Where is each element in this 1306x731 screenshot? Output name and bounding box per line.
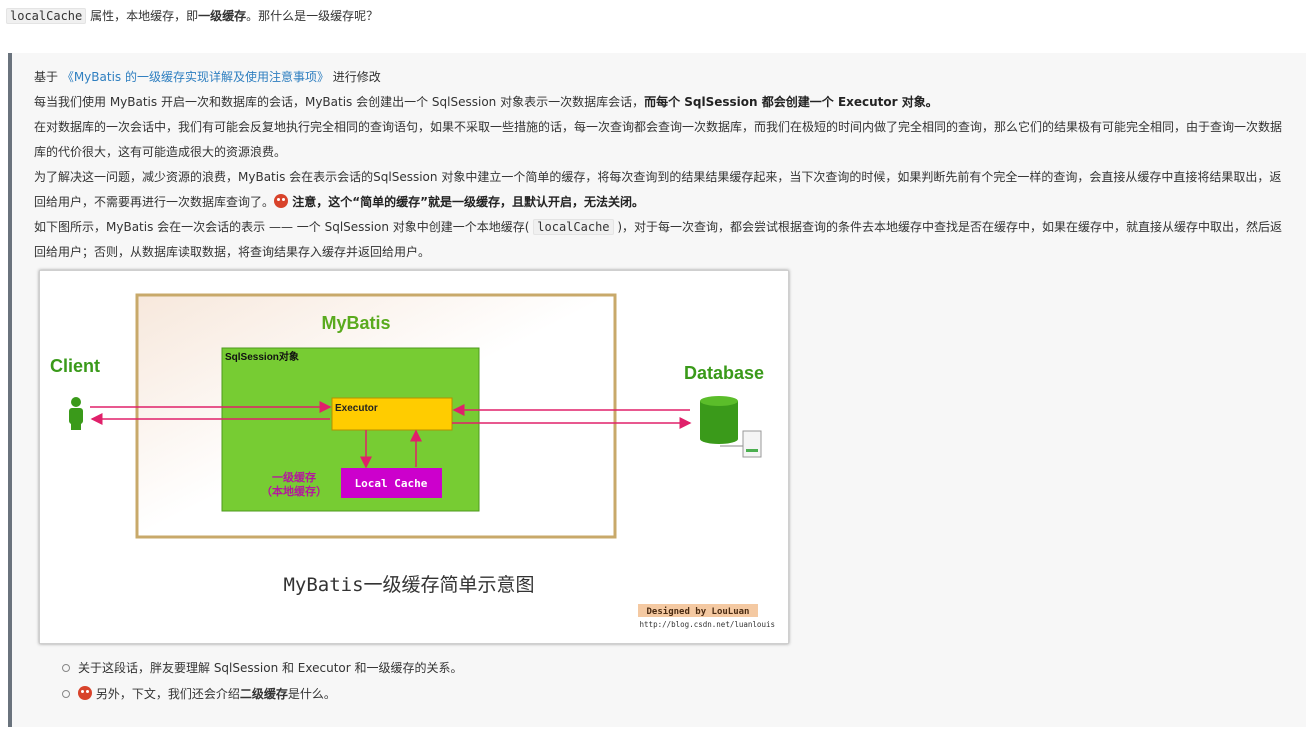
list-item: 关于这段话，胖友要理解 SqlSession 和 Executor 和一级缓存的… [62, 655, 463, 681]
designed-label: Designed by LouLuan [647, 606, 750, 617]
localcache-code: localCache [6, 8, 87, 24]
diagram-svg: MyBatis SqlSession对象 Executor Local Cach… [50, 293, 775, 629]
quote-line-source: 基于 《MyBatis 的一级缓存实现详解及使用注意事项》 进行修改 [34, 70, 381, 84]
quote-paragraph-query: 在对数据库的一次会话中，我们有可能会反复地执行完全相同的查询语句，如果不采取一些… [34, 120, 1283, 159]
quote-paragraph-cache: 为了解决这一问题，减少资源的浪费，MyBatis 会在表示会话的SqlSessi… [34, 170, 1282, 209]
sqlsession-label: SqlSession对象 [225, 350, 299, 363]
client-label: Client [50, 356, 100, 376]
mybatis-title: MyBatis [321, 313, 390, 333]
client-icon [69, 397, 83, 430]
diagram-caption: MyBatis一级缓存简单示意图 [283, 574, 534, 596]
blockquote: 基于 《MyBatis 的一级缓存实现详解及使用注意事项》 进行修改 每当我们使… [8, 53, 1306, 727]
list-item: 另外，下文，我们还会介绍二级缓存是什么。 [62, 681, 463, 707]
local-cache-label: Local Cache [355, 477, 428, 490]
database-label: Database [684, 363, 764, 383]
blog-url: http://blog.csdn.net/luanlouis [640, 620, 775, 629]
cache-label-2: （本地缓存） [261, 484, 327, 498]
quote-line-sqlsession: 每当我们使用 MyBatis 开启一次和数据库的会话，MyBatis 会创建出一… [34, 95, 938, 109]
notes-list: 关于这段话，胖友要理解 SqlSession 和 Executor 和一级缓存的… [62, 655, 463, 707]
cache-label-1: 一级缓存 [272, 470, 316, 484]
devil-icon [78, 686, 92, 700]
intro-line: localCache 属性，本地缓存，即一级缓存。那什么是一级缓存呢？ [6, 6, 378, 26]
database-icon [700, 396, 762, 458]
devil-icon [274, 194, 289, 208]
executor-label: Executor [335, 403, 378, 414]
source-article-link[interactable]: 《MyBatis 的一级缓存实现详解及使用注意事项》 [62, 70, 329, 84]
quote-paragraph-figure: 如下图所示，MyBatis 会在一次会话的表示 —— 一个 SqlSession… [34, 219, 1283, 259]
mybatis-cache-diagram: MyBatis SqlSession对象 Executor Local Cach… [39, 270, 789, 644]
